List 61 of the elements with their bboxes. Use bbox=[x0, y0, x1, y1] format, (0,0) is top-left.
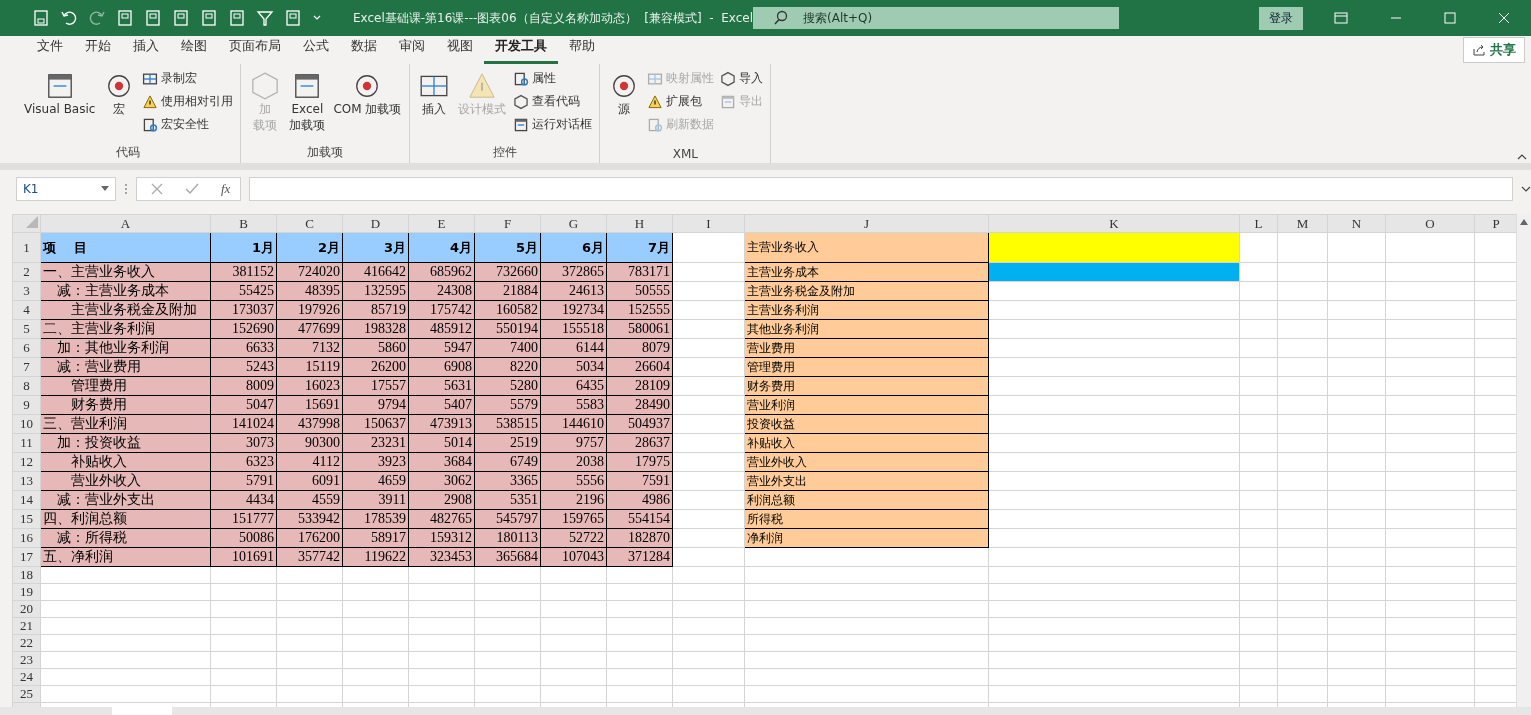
ribbon-tab[interactable]: 视图 bbox=[436, 37, 484, 64]
ribbon-button[interactable]: Visual Basic bbox=[22, 68, 98, 144]
column-header[interactable]: K bbox=[988, 214, 1240, 233]
ribbon-button[interactable]: 源 bbox=[606, 68, 643, 147]
search-field[interactable]: 搜索(Alt+Q) bbox=[753, 7, 1119, 29]
ribbon-tab[interactable]: 绘图 bbox=[170, 37, 218, 64]
column-header[interactable]: G bbox=[540, 214, 607, 233]
column-heading-cell: 3月 bbox=[342, 232, 409, 263]
column-header[interactable]: B bbox=[210, 214, 277, 233]
column-header[interactable]: N bbox=[1327, 214, 1386, 233]
group-label: 代码 bbox=[116, 144, 141, 161]
column-heading-cell: 项 目 bbox=[40, 232, 211, 263]
ribbon-tab[interactable]: 公式 bbox=[292, 37, 340, 64]
column-header[interactable]: O bbox=[1385, 214, 1475, 233]
ribbon-tab[interactable]: 帮助 bbox=[558, 37, 606, 64]
column-header[interactable]: H bbox=[606, 214, 673, 233]
name-box[interactable]: K1 bbox=[16, 177, 116, 201]
column-header[interactable]: D bbox=[342, 214, 409, 233]
ribbon-tab[interactable]: 开发工具 bbox=[484, 37, 558, 64]
ribbon-button[interactable]: 属性 bbox=[512, 68, 594, 89]
column-heading-cell: 7月 bbox=[606, 232, 673, 263]
ribbon-button[interactable]: 使用相对引用 bbox=[141, 91, 235, 112]
share-button[interactable]: 共享 bbox=[1463, 37, 1525, 63]
column-header[interactable]: E bbox=[408, 214, 475, 233]
column-header[interactable]: F bbox=[474, 214, 541, 233]
column-heading-cell: 4月 bbox=[408, 232, 475, 263]
ribbon-button[interactable]: 运行对话框 bbox=[512, 114, 594, 135]
ribbon-tab[interactable]: 插入 bbox=[122, 37, 170, 64]
column-heading-cell: 2月 bbox=[276, 232, 343, 263]
name-list-cell: 主营业务收入 bbox=[744, 232, 989, 263]
ribbon-tab[interactable]: 数据 bbox=[340, 37, 388, 64]
ribbon-tab[interactable]: 文件 bbox=[26, 37, 74, 64]
column-heading-cell: 1月 bbox=[210, 232, 277, 263]
row-header[interactable]: 1 bbox=[12, 232, 41, 263]
column-heading-cell: 6月 bbox=[540, 232, 607, 263]
column-header[interactable]: M bbox=[1277, 214, 1328, 233]
ribbon-button[interactable]: 查看代码 bbox=[512, 91, 594, 112]
ribbon-tab[interactable]: 页面布局 bbox=[218, 37, 292, 64]
ribbon-tab[interactable]: 审阅 bbox=[388, 37, 436, 64]
ribbon-button[interactable]: 导入 bbox=[719, 68, 765, 89]
ribbon-button[interactable]: COM 加载项 bbox=[331, 68, 404, 144]
ribbon-button[interactable]: 宏 bbox=[101, 68, 138, 144]
ribbon-button[interactable]: 扩展包 bbox=[646, 91, 716, 112]
window-title: Excel基础课-第16课---图表06（自定义名称加动态） [兼容模式] - Excel bbox=[353, 9, 753, 27]
column-header[interactable]: I bbox=[672, 214, 745, 233]
group-label: XML bbox=[672, 147, 699, 161]
ribbon-button[interactable]: 宏安全性 bbox=[141, 114, 235, 135]
ribbon-tab[interactable]: 开始 bbox=[74, 37, 122, 64]
column-header[interactable]: C bbox=[276, 214, 343, 233]
ribbon-button[interactable]: 插入 bbox=[416, 68, 453, 144]
column-header[interactable]: A bbox=[40, 214, 211, 233]
sign-in-button[interactable]: 登录 bbox=[1259, 6, 1303, 30]
column-heading-cell: 5月 bbox=[474, 232, 541, 263]
column-header[interactable]: P bbox=[1474, 214, 1516, 233]
group-label: 控件 bbox=[492, 144, 517, 161]
ribbon-button[interactable]: Excel 加载项 bbox=[287, 68, 328, 144]
group-label: 加载项 bbox=[307, 144, 344, 161]
insert-function-button[interactable]: fx bbox=[221, 181, 231, 197]
ribbon-button[interactable]: 录制宏 bbox=[141, 68, 235, 89]
column-header[interactable]: J bbox=[744, 214, 989, 233]
column-header[interactable]: L bbox=[1239, 214, 1278, 233]
